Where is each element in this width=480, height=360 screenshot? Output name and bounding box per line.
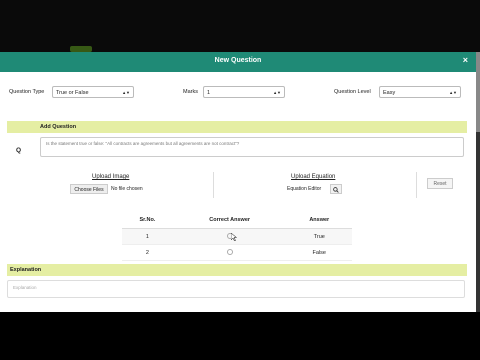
question-type-label: Question Type [9, 89, 45, 95]
question-level-label: Question Level [334, 89, 371, 95]
correct-answer-radio[interactable] [226, 248, 233, 255]
equation-editor-label: Equation Editor [287, 186, 322, 192]
column-header-correct-answer: Correct Answer [172, 212, 287, 229]
marks-label: Marks [183, 89, 198, 95]
explanation-input[interactable]: Explanation [7, 280, 465, 298]
table-row: 1 True [122, 228, 352, 245]
scrollbar-thumb[interactable] [476, 52, 480, 132]
table-row: 2 False [122, 244, 352, 261]
modal-header: New Question × [0, 52, 476, 72]
question-icon: Q [16, 147, 22, 154]
modal-title: New Question [214, 57, 262, 64]
question-level-select[interactable]: Easy ▲▼ [379, 86, 461, 98]
reset-button[interactable]: Reset [427, 178, 453, 189]
correct-answer-radio[interactable] [226, 232, 233, 239]
question-settings-row: Question Type True or False ▲▼ Marks 1 ▲… [0, 86, 476, 100]
marks-select[interactable]: 1 ▲▼ [203, 86, 285, 98]
question-type-select[interactable]: True or False ▲▼ [52, 86, 134, 98]
row-sr-no: 1 [122, 228, 173, 245]
add-question-heading-bar: Add Question [7, 121, 467, 133]
question-type-value: True or False [56, 90, 89, 96]
correct-answer-radio-cell [172, 244, 287, 261]
choose-files-button[interactable]: Choose Files [70, 184, 108, 194]
search-icon [333, 187, 339, 193]
column-header-sr-no: Sr.No. [122, 212, 173, 229]
row-answer: True [286, 228, 352, 245]
marks-value: 1 [207, 90, 211, 96]
column-header-answer: Answer [286, 212, 352, 229]
row-answer: False [286, 244, 352, 261]
add-question-heading: Add Question [40, 124, 77, 130]
row-sr-no: 2 [122, 244, 173, 261]
answers-table: Sr.No. Correct Answer Answer 1 True 2 Fa… [122, 212, 352, 261]
page-backdrop [0, 0, 480, 52]
equation-editor-button[interactable] [330, 184, 342, 194]
question-text-input[interactable]: Is the statement true or false: "All con… [40, 137, 464, 157]
upload-equation-title: Upload Equation [291, 174, 336, 180]
upload-image-title: Upload Image [92, 174, 130, 180]
explanation-heading: Explanation [10, 267, 42, 273]
question-level-value: Easy [383, 90, 396, 96]
chevron-down-icon: ▲▼ [449, 90, 457, 95]
divider [416, 172, 417, 198]
no-file-chosen-text: No file chosen [111, 186, 143, 192]
chevron-down-icon: ▲▼ [273, 90, 281, 95]
divider [213, 172, 214, 198]
chevron-down-icon: ▲▼ [122, 90, 130, 95]
close-button[interactable]: × [463, 55, 468, 65]
correct-answer-radio-cell [172, 228, 287, 245]
explanation-heading-bar: Explanation [7, 264, 467, 276]
